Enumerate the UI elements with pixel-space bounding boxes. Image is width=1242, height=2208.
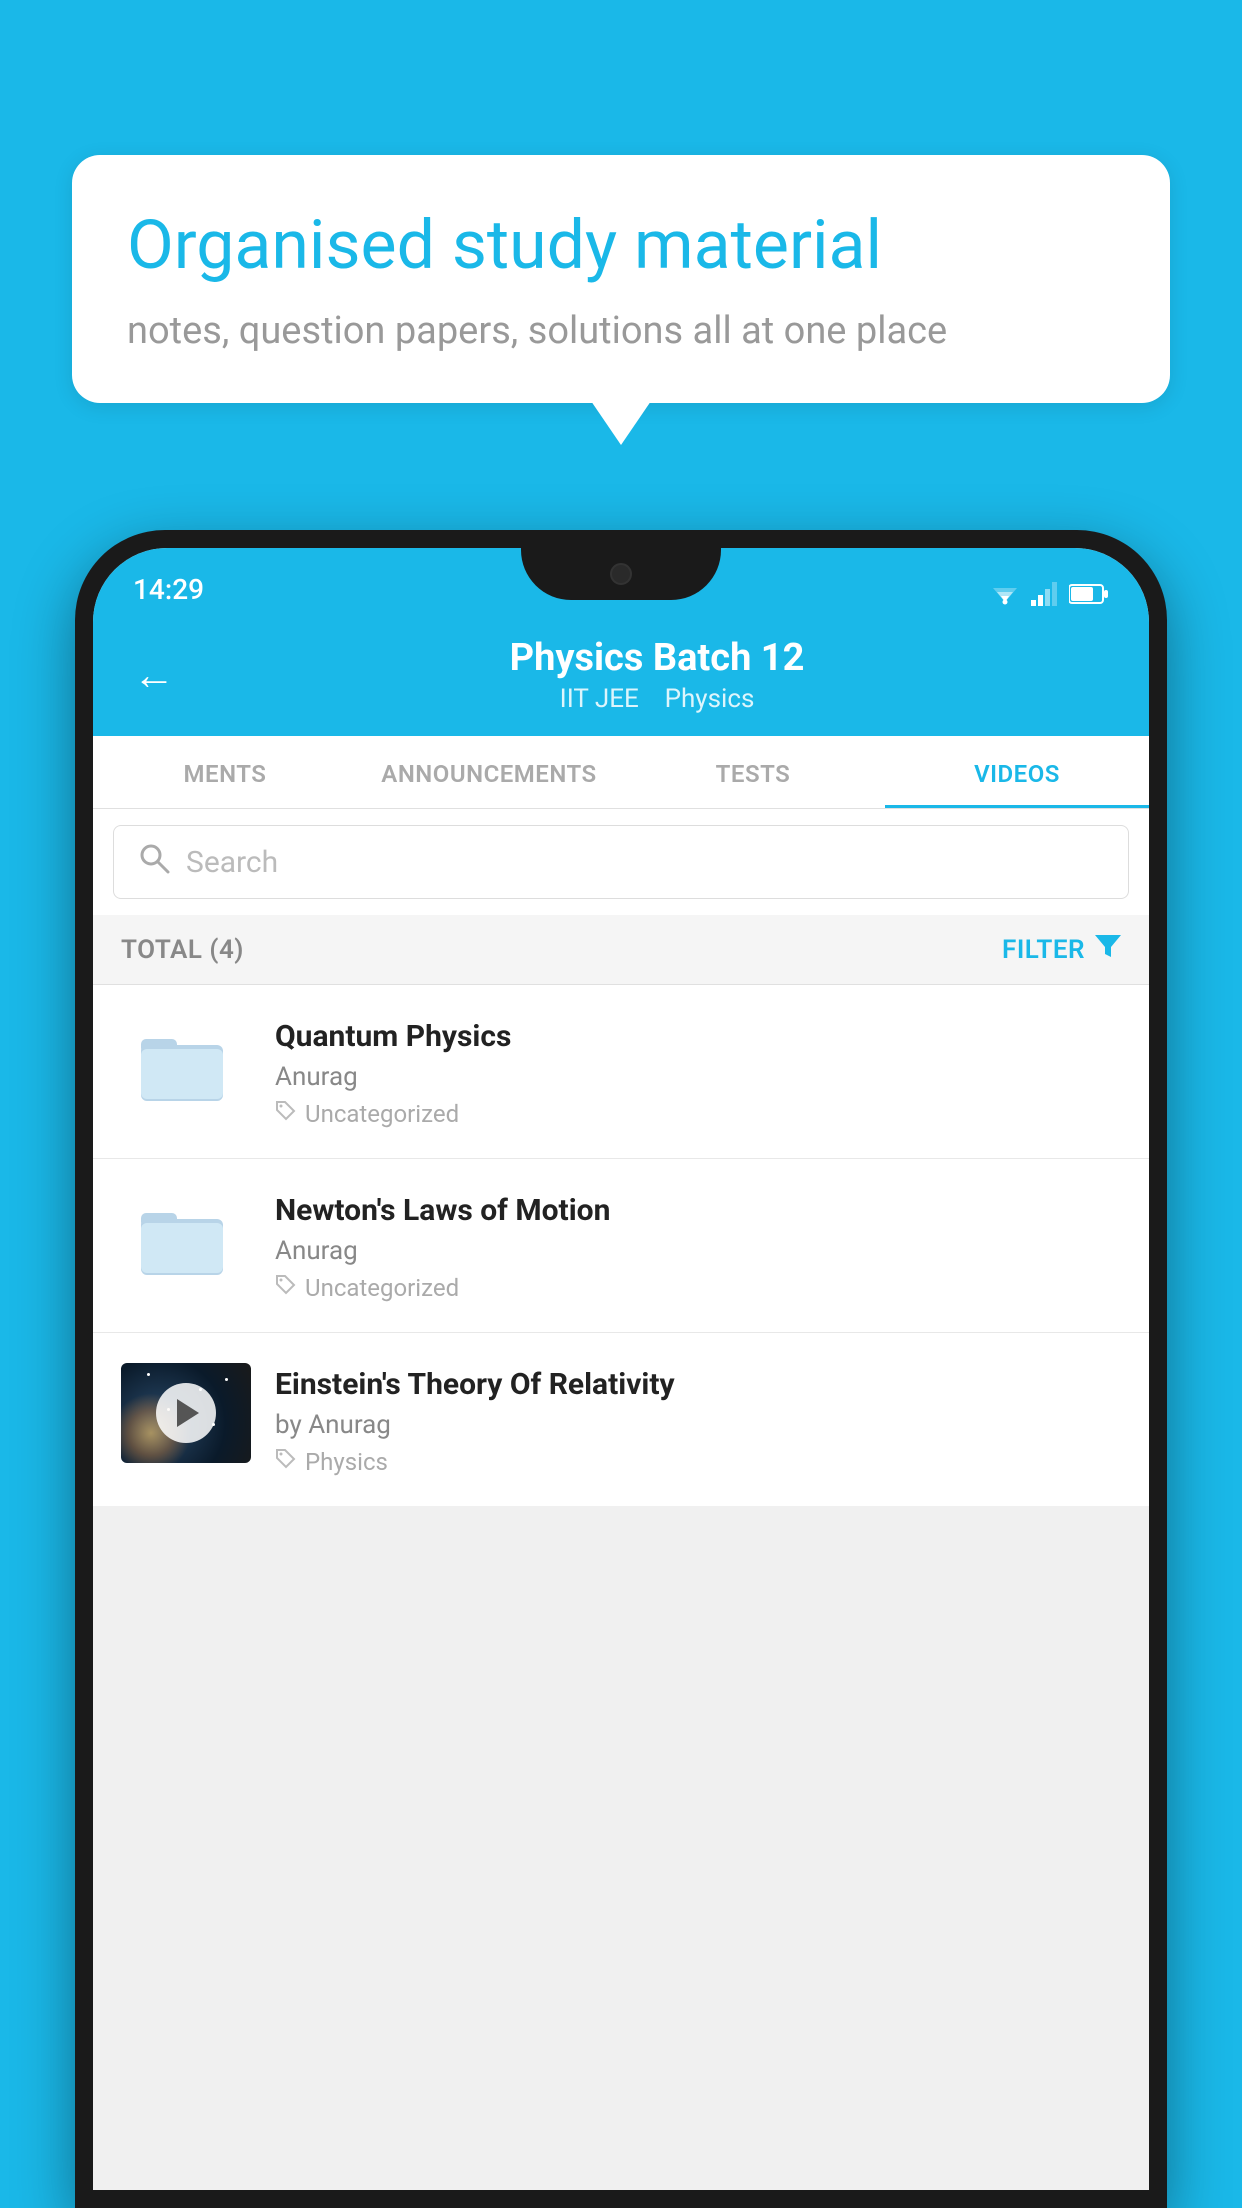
tab-videos[interactable]: VIDEOS (885, 736, 1149, 808)
video-info: Quantum Physics Anurag Uncategorized (275, 1015, 1121, 1128)
play-button-icon (156, 1383, 216, 1443)
subtitle-physics: Physics (665, 684, 755, 714)
signal-icon (1031, 582, 1059, 606)
search-placeholder: Search (186, 845, 278, 880)
tab-tests[interactable]: TESTS (621, 736, 885, 808)
tabs-bar: MENTS ANNOUNCEMENTS TESTS VIDEOS (93, 736, 1149, 809)
camera (610, 563, 632, 585)
list-item[interactable]: Newton's Laws of Motion Anurag Uncategor… (93, 1159, 1149, 1333)
folder-icon (141, 1025, 231, 1105)
tag-icon (275, 1100, 297, 1128)
video-author: Anurag (275, 1236, 1121, 1266)
tag-icon (275, 1448, 297, 1476)
filter-icon (1095, 933, 1121, 966)
tab-ments[interactable]: MENTS (93, 736, 357, 808)
video-author: by Anurag (275, 1410, 1121, 1440)
search-bar[interactable]: Search (113, 825, 1129, 899)
filter-button[interactable]: FILTER (1002, 933, 1121, 966)
search-icon (138, 842, 170, 882)
folder-icon (141, 1199, 231, 1279)
app-header: ← Physics Batch 12 IIT JEE Physics (93, 618, 1149, 736)
batch-title: Physics Batch 12 (205, 636, 1109, 680)
video-tag: Uncategorized (275, 1274, 1121, 1302)
total-label: TOTAL (4) (121, 935, 244, 965)
phone-screen: 14:29 (93, 548, 1149, 2190)
video-tag: Physics (275, 1448, 1121, 1476)
tag-icon (275, 1274, 297, 1302)
video-thumbnail (121, 1363, 251, 1463)
filter-label: FILTER (1002, 935, 1085, 965)
phone-frame: 14:29 (75, 530, 1167, 2208)
back-button[interactable]: ← (133, 651, 175, 700)
list-item[interactable]: Quantum Physics Anurag Uncategorized (93, 985, 1149, 1159)
folder-thumbnail (121, 1015, 251, 1115)
video-info: Einstein's Theory Of Relativity by Anura… (275, 1363, 1121, 1476)
status-icons (989, 582, 1109, 606)
video-author: Anurag (275, 1062, 1121, 1092)
wifi-icon (989, 582, 1021, 606)
filter-bar: TOTAL (4) FILTER (93, 915, 1149, 985)
video-title: Newton's Laws of Motion (275, 1193, 1121, 1228)
speech-bubble: Organised study material notes, question… (72, 155, 1170, 403)
batch-subtitle: IIT JEE Physics (205, 684, 1109, 714)
battery-icon (1069, 583, 1109, 605)
folder-thumbnail (121, 1189, 251, 1289)
video-info: Newton's Laws of Motion Anurag Uncategor… (275, 1189, 1121, 1302)
status-time: 14:29 (133, 573, 204, 606)
speech-bubble-container: Organised study material notes, question… (72, 155, 1170, 403)
bubble-subtitle: notes, question papers, solutions all at… (127, 309, 1115, 353)
video-title: Einstein's Theory Of Relativity (275, 1367, 1121, 1402)
search-container: Search (93, 809, 1149, 915)
video-list: Quantum Physics Anurag Uncategorized (93, 985, 1149, 1506)
bubble-title: Organised study material (127, 205, 1115, 287)
video-tag: Uncategorized (275, 1100, 1121, 1128)
header-title-block: Physics Batch 12 IIT JEE Physics (205, 636, 1109, 714)
list-item[interactable]: Einstein's Theory Of Relativity by Anura… (93, 1333, 1149, 1506)
video-title: Quantum Physics (275, 1019, 1121, 1054)
tab-announcements[interactable]: ANNOUNCEMENTS (357, 736, 621, 808)
phone-notch (521, 548, 721, 600)
subtitle-iitjee: IIT JEE (560, 684, 639, 714)
